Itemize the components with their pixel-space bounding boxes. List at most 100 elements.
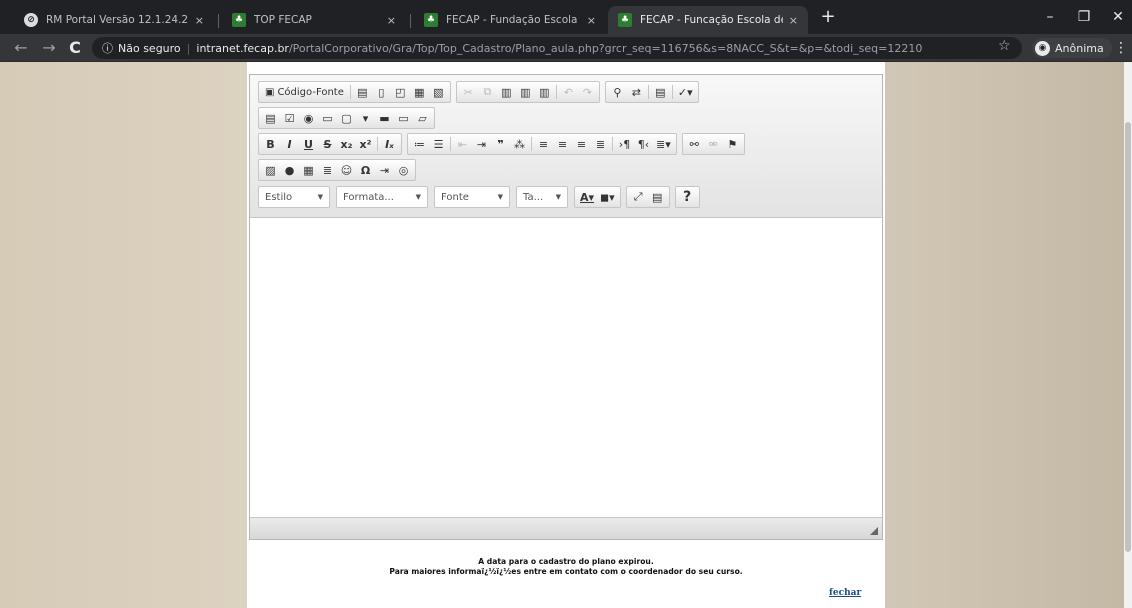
help-button[interactable]: ?: [678, 188, 697, 206]
tab-close-icon[interactable]: ×: [587, 14, 596, 27]
italic-icon[interactable]: I: [280, 135, 299, 153]
redo-icon[interactable]: ↷: [578, 83, 597, 101]
page-break-icon[interactable]: ⇥: [375, 161, 394, 179]
tab-close-icon[interactable]: ×: [387, 14, 396, 27]
spellcheck-icon[interactable]: ✓▾: [675, 83, 696, 101]
paste-icon[interactable]: ▥: [497, 83, 516, 101]
image-button-icon[interactable]: ▭: [394, 109, 413, 127]
copy-icon[interactable]: ⧉: [478, 83, 497, 101]
url-path: /PortalCorporativo/Gra/Top/Top_Cadastro/…: [288, 41, 923, 55]
iframe-icon[interactable]: ◎: [394, 161, 413, 179]
address-bar[interactable]: ⓘ Não seguro | intranet.fecap.br /Portal…: [92, 37, 1022, 59]
background-color-icon[interactable]: ◼▾: [597, 188, 618, 206]
outdent-icon[interactable]: ⇤: [453, 135, 472, 153]
back-button[interactable]: ←: [10, 37, 32, 59]
editor-content-area[interactable]: [250, 219, 882, 517]
show-blocks-icon[interactable]: ▤: [648, 188, 667, 206]
ltr-icon[interactable]: ›¶: [615, 135, 634, 153]
special-char-icon[interactable]: Ω: [356, 161, 375, 179]
form-icon[interactable]: ▤: [261, 109, 280, 127]
bookmark-star-icon[interactable]: ☆: [998, 38, 1011, 54]
templates-icon[interactable]: ▧: [429, 83, 448, 101]
justify-icon[interactable]: ≣: [591, 135, 610, 153]
subscript-icon[interactable]: x₂: [337, 135, 356, 153]
align-center-icon[interactable]: ≡: [553, 135, 572, 153]
remove-format-icon[interactable]: Iₓ: [380, 135, 399, 153]
maximize-icon[interactable]: ⤢: [629, 188, 648, 206]
rtl-icon[interactable]: ¶‹: [634, 135, 653, 153]
minimize-button[interactable]: –: [1038, 6, 1062, 28]
profile-button[interactable]: ◉ Anônima: [1032, 38, 1112, 58]
vertical-scrollbar[interactable]: [1124, 62, 1132, 608]
tools-group: ⤢ ▤: [625, 186, 670, 208]
blockquote-icon[interactable]: ❞: [491, 135, 510, 153]
bold-icon[interactable]: B: [261, 135, 280, 153]
resize-handle-icon[interactable]: [870, 527, 878, 535]
forward-button[interactable]: →: [38, 37, 60, 59]
info-icon[interactable]: ⓘ: [102, 40, 113, 56]
image-icon[interactable]: ▨: [261, 161, 280, 179]
div-container-icon[interactable]: ⁂: [510, 135, 529, 153]
radio-icon[interactable]: ◉: [299, 109, 318, 127]
close-link[interactable]: fechar: [829, 588, 861, 598]
about-group: ?: [674, 186, 700, 208]
new-page-icon[interactable]: ▯: [372, 83, 391, 101]
print-icon[interactable]: ▦: [410, 83, 429, 101]
find-icon[interactable]: ⚲: [608, 83, 627, 101]
tab-rm-portal[interactable]: ⊘ RM Portal Versão 12.1.24.253 ×: [14, 6, 214, 34]
text-color-icon[interactable]: A▾: [577, 188, 597, 206]
tab-top-fecap[interactable]: ♣ TOP FECAP ×: [222, 6, 406, 34]
hidden-field-icon[interactable]: ▱: [413, 109, 432, 127]
bulleted-list-icon[interactable]: ☰: [429, 135, 448, 153]
anchor-flag-icon[interactable]: ⚑: [723, 135, 742, 153]
select-all-icon[interactable]: ▤: [651, 83, 670, 101]
menu-icon[interactable]: ⋮: [1112, 37, 1130, 59]
chevron-down-icon: ▼: [555, 193, 561, 201]
table-icon[interactable]: ▦: [299, 161, 318, 179]
tab-close-icon[interactable]: ×: [195, 14, 204, 27]
style-dropdown[interactable]: Estilo ▼: [258, 186, 330, 208]
align-left-icon[interactable]: ≡: [534, 135, 553, 153]
textarea-icon[interactable]: ▢: [337, 109, 356, 127]
unlink-icon[interactable]: ⚮: [704, 135, 723, 153]
button-icon[interactable]: ▬: [375, 109, 394, 127]
link-icon[interactable]: ⚯: [685, 135, 704, 153]
flash-icon[interactable]: ●: [280, 161, 299, 179]
replace-icon[interactable]: ⇄: [627, 83, 646, 101]
tab-fecap-fundacao[interactable]: ♣ FECAP - Fundação Escola de Com ×: [414, 6, 606, 34]
undo-icon[interactable]: ↶: [559, 83, 578, 101]
select-icon[interactable]: ▾: [356, 109, 375, 127]
profile-label: Anônima: [1055, 41, 1104, 55]
close-window-button[interactable]: ✕: [1106, 6, 1130, 28]
align-right-icon[interactable]: ≡: [572, 135, 591, 153]
preview-icon[interactable]: ◰: [391, 83, 410, 101]
paste-word-icon[interactable]: ▥: [535, 83, 554, 101]
tab-close-icon[interactable]: ×: [789, 14, 798, 27]
indent-icon[interactable]: ⇥: [472, 135, 491, 153]
save-icon[interactable]: ▤: [353, 83, 372, 101]
language-icon[interactable]: ≣▾: [653, 135, 674, 153]
numbered-list-icon[interactable]: ≔: [410, 135, 429, 153]
format-dropdown[interactable]: Formata... ▼: [336, 186, 428, 208]
smiley-icon[interactable]: ☺: [337, 161, 356, 179]
new-tab-button[interactable]: +: [816, 6, 840, 30]
size-dropdown[interactable]: Ta... ▼: [516, 186, 568, 208]
paste-text-icon[interactable]: ▥: [516, 83, 535, 101]
checkbox-icon[interactable]: ☑: [280, 109, 299, 127]
horizontal-line-icon[interactable]: ≣: [318, 161, 337, 179]
superscript-icon[interactable]: x²: [356, 135, 375, 153]
textfield-icon[interactable]: ▭: [318, 109, 337, 127]
strikethrough-icon[interactable]: S: [318, 135, 337, 153]
address-divider: |: [186, 41, 191, 55]
colors-group: A▾ ◼▾: [574, 186, 621, 208]
url-host: intranet.fecap.br: [196, 41, 289, 55]
reload-button[interactable]: C: [64, 37, 86, 59]
font-dropdown[interactable]: Fonte ▼: [434, 186, 510, 208]
tab-fecap-funcacao-active[interactable]: ♣ FECAP - Funcação Escola de Com ×: [608, 6, 808, 34]
scrollbar-thumb[interactable]: [1125, 122, 1131, 552]
maximize-button[interactable]: ❐: [1072, 6, 1096, 28]
underline-icon[interactable]: U: [299, 135, 318, 153]
toolbar-row-2: ▤ ☑ ◉ ▭ ▢ ▾ ▬ ▭ ▱: [258, 107, 440, 129]
source-button[interactable]: ▣ Código-Fonte: [261, 83, 348, 101]
cut-icon[interactable]: ✂: [459, 83, 478, 101]
